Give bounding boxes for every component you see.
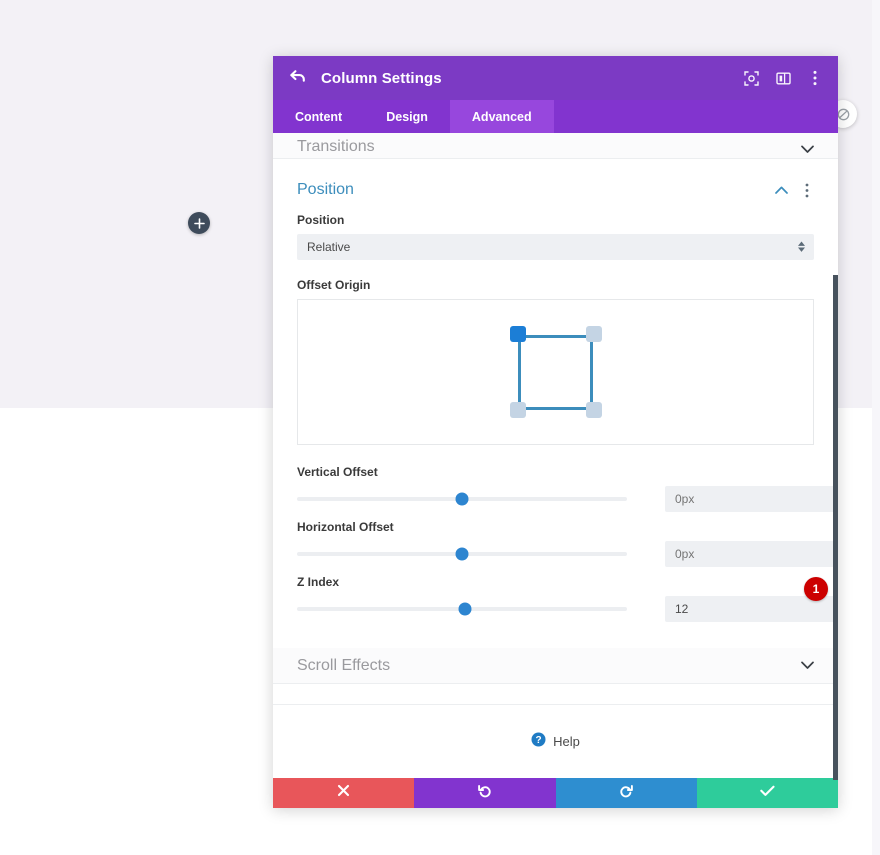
modal-tabs: Content Design Advanced: [273, 100, 838, 133]
z-index-row: Z Index 1: [297, 575, 838, 622]
offset-origin-grid: [509, 326, 602, 418]
page-right-edge: [872, 0, 880, 855]
origin-line-top: [519, 334, 592, 338]
position-select-wrapper: Relative: [297, 234, 814, 260]
modal-scrollbar-thumb[interactable]: [833, 275, 838, 780]
section-position-header[interactable]: Position: [297, 159, 814, 213]
vertical-offset-label: Vertical Offset: [297, 465, 378, 479]
section-scroll-effects-label: Scroll Effects: [297, 656, 391, 674]
modal-header-actions: [742, 69, 824, 87]
position-field-label: Position: [297, 213, 345, 227]
origin-line-bottom: [519, 406, 592, 410]
modal-title: Column Settings: [321, 69, 442, 87]
focus-icon[interactable]: [742, 69, 760, 87]
plus-icon: [193, 217, 205, 229]
chevron-up-icon[interactable]: [774, 182, 788, 198]
position-select[interactable]: Relative: [297, 234, 814, 260]
modal-footer: [273, 778, 838, 808]
step-badge: 1: [804, 577, 828, 601]
layout-panel-icon[interactable]: [774, 69, 792, 87]
chevron-down-icon: [800, 659, 814, 673]
origin-handle-bottom-right[interactable]: [585, 402, 602, 418]
section-position-actions: [774, 182, 814, 198]
vertical-offset-input[interactable]: [665, 486, 838, 512]
help-area: ? Help: [273, 704, 838, 778]
close-icon: [337, 784, 350, 802]
overflow-menu-icon[interactable]: [806, 69, 824, 87]
save-button[interactable]: [696, 778, 838, 808]
z-index-label: Z Index: [297, 575, 340, 589]
horizontal-offset-slider[interactable]: [297, 543, 627, 565]
tab-advanced[interactable]: Advanced: [449, 100, 554, 133]
horizontal-offset-row: Horizontal Offset: [297, 520, 838, 567]
cancel-button[interactable]: [273, 778, 415, 808]
help-button[interactable]: ? Help: [531, 732, 580, 752]
origin-line-right: [590, 336, 593, 408]
slider-thumb[interactable]: [458, 602, 472, 616]
column-settings-modal: Column Settings Content Design Advanced …: [273, 56, 838, 808]
section-transitions-label: Transitions: [297, 138, 375, 155]
origin-handle-top-right[interactable]: [585, 326, 602, 342]
add-module-button[interactable]: [188, 212, 210, 234]
chevron-down-icon: [800, 142, 814, 156]
undo-icon: [478, 784, 492, 803]
help-label: Help: [553, 734, 580, 749]
section-position: Position Position Relative Offset Origin…: [273, 159, 838, 648]
slider-thumb[interactable]: [455, 547, 469, 561]
origin-handle-top-left[interactable]: [509, 326, 526, 342]
overflow-menu-icon[interactable]: [800, 182, 814, 198]
horizontal-offset-input[interactable]: [665, 541, 838, 567]
redo-icon: [619, 784, 633, 803]
undo-button[interactable]: [414, 778, 556, 808]
vertical-offset-slider[interactable]: [297, 488, 627, 510]
back-arrow-icon: [290, 69, 306, 88]
horizontal-offset-label: Horizontal Offset: [297, 520, 394, 534]
modal-body: Transitions Position Position Relative O…: [273, 133, 838, 704]
origin-line-left: [518, 336, 521, 408]
offset-origin-label: Offset Origin: [297, 278, 371, 292]
section-transitions[interactable]: Transitions: [273, 133, 838, 159]
help-circle-icon: ?: [531, 732, 546, 752]
check-icon: [760, 784, 775, 802]
vertical-offset-row: Vertical Offset: [297, 465, 838, 512]
settings-circle-icon: [837, 108, 850, 121]
svg-text:?: ?: [536, 735, 542, 746]
modal-header: Column Settings: [273, 56, 838, 100]
tab-design[interactable]: Design: [364, 100, 450, 133]
z-index-slider[interactable]: [297, 598, 627, 620]
back-button[interactable]: [287, 67, 309, 89]
section-position-label: Position: [297, 181, 354, 198]
section-scroll-effects[interactable]: Scroll Effects: [273, 648, 838, 684]
tab-content[interactable]: Content: [273, 100, 364, 133]
redo-button[interactable]: [555, 778, 697, 808]
slider-thumb[interactable]: [455, 492, 469, 506]
offset-origin-picker[interactable]: [297, 299, 814, 445]
origin-handle-bottom-left[interactable]: [509, 402, 526, 418]
